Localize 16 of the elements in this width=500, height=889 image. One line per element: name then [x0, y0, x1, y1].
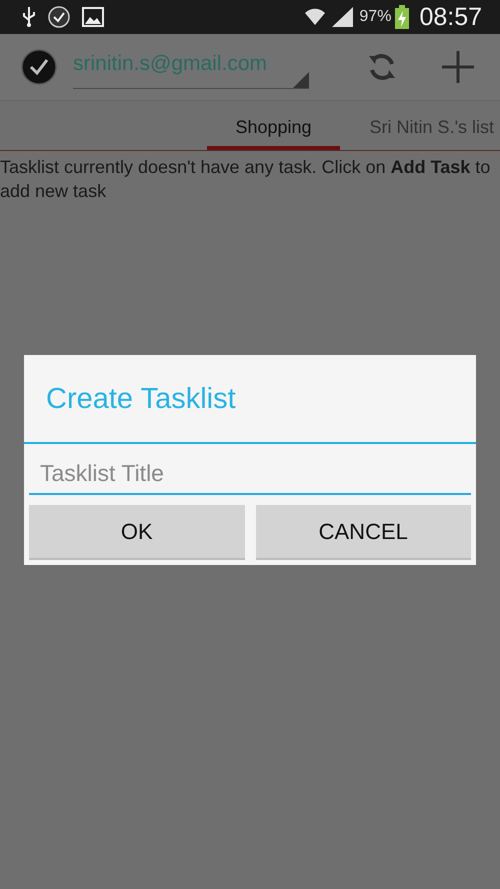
empty-message: Tasklist currently doesn't have any task. Click on Add Task to add new task: [0, 156, 492, 203]
tab[interactable]: Shopping: [207, 101, 340, 150]
dialog-title: Create Tasklist: [24, 355, 476, 444]
clock: 08:57: [419, 2, 482, 32]
signal-icon: [331, 6, 356, 28]
dialog-button[interactable]: OK: [29, 505, 244, 560]
check-circle-icon: [48, 6, 70, 28]
tab[interactable]: Sri Nitin S.'s list: [370, 101, 494, 150]
app-logo-icon: [21, 49, 57, 85]
battery-icon: [395, 5, 410, 29]
image-icon: [82, 7, 104, 27]
usb-icon: [22, 6, 36, 28]
input-field[interactable]: Tasklist Title: [29, 454, 471, 495]
battery-percent: 97%: [359, 8, 392, 26]
add-icon[interactable]: [441, 50, 475, 84]
dialog-button[interactable]: CANCEL: [256, 505, 471, 560]
